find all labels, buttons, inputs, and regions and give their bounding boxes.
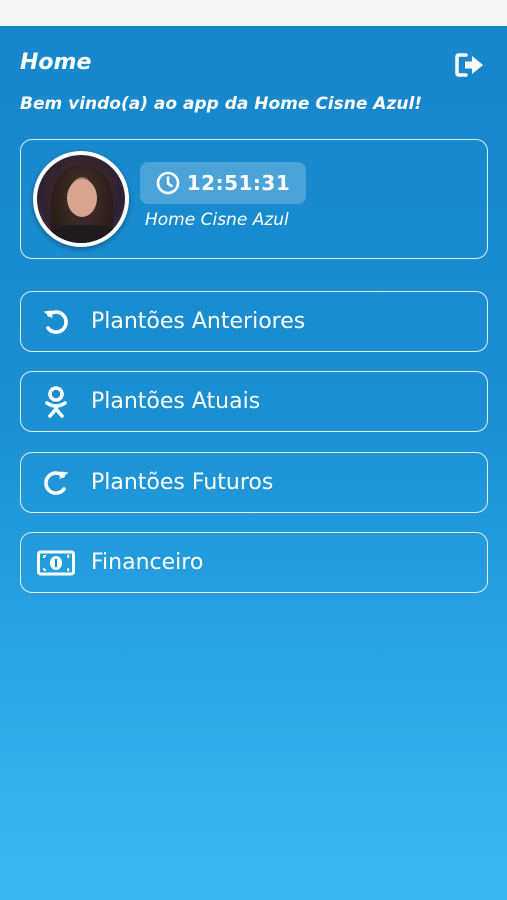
logout-button[interactable] xyxy=(455,52,485,78)
profile-card: 12:51:31 Home Cisne Azul xyxy=(20,139,488,259)
current-time: 12:51:31 xyxy=(186,171,291,195)
menu-label: Financeiro xyxy=(91,550,204,575)
sign-out-icon xyxy=(455,53,483,77)
welcome-message: Bem vindo(a) ao app da Home Cisne Azul! xyxy=(20,94,423,114)
status-bar xyxy=(0,0,507,26)
menu-button-plantoes-atuais[interactable]: Plantões Atuais xyxy=(20,371,488,432)
odnoklassniki-icon xyxy=(45,385,67,418)
clock-badge: 12:51:31 xyxy=(140,162,306,204)
undo-icon xyxy=(43,309,68,334)
menu-button-financeiro[interactable]: Financeiro xyxy=(20,532,488,593)
menu-button-plantoes-futuros[interactable]: Plantões Futuros xyxy=(20,452,488,513)
clock-icon xyxy=(156,171,180,195)
menu-label: Plantões Atuais xyxy=(91,389,261,414)
menu-button-plantoes-anteriores[interactable]: Plantões Anteriores xyxy=(20,291,488,352)
redo-icon xyxy=(44,470,69,495)
menu-label: Plantões Futuros xyxy=(91,470,274,495)
money-bill-icon xyxy=(37,550,75,575)
app-header: Home xyxy=(20,50,487,80)
menu-label: Plantões Anteriores xyxy=(91,309,306,334)
avatar[interactable] xyxy=(33,151,129,247)
company-name: Home Cisne Azul xyxy=(145,210,289,230)
page-title: Home xyxy=(20,50,92,75)
